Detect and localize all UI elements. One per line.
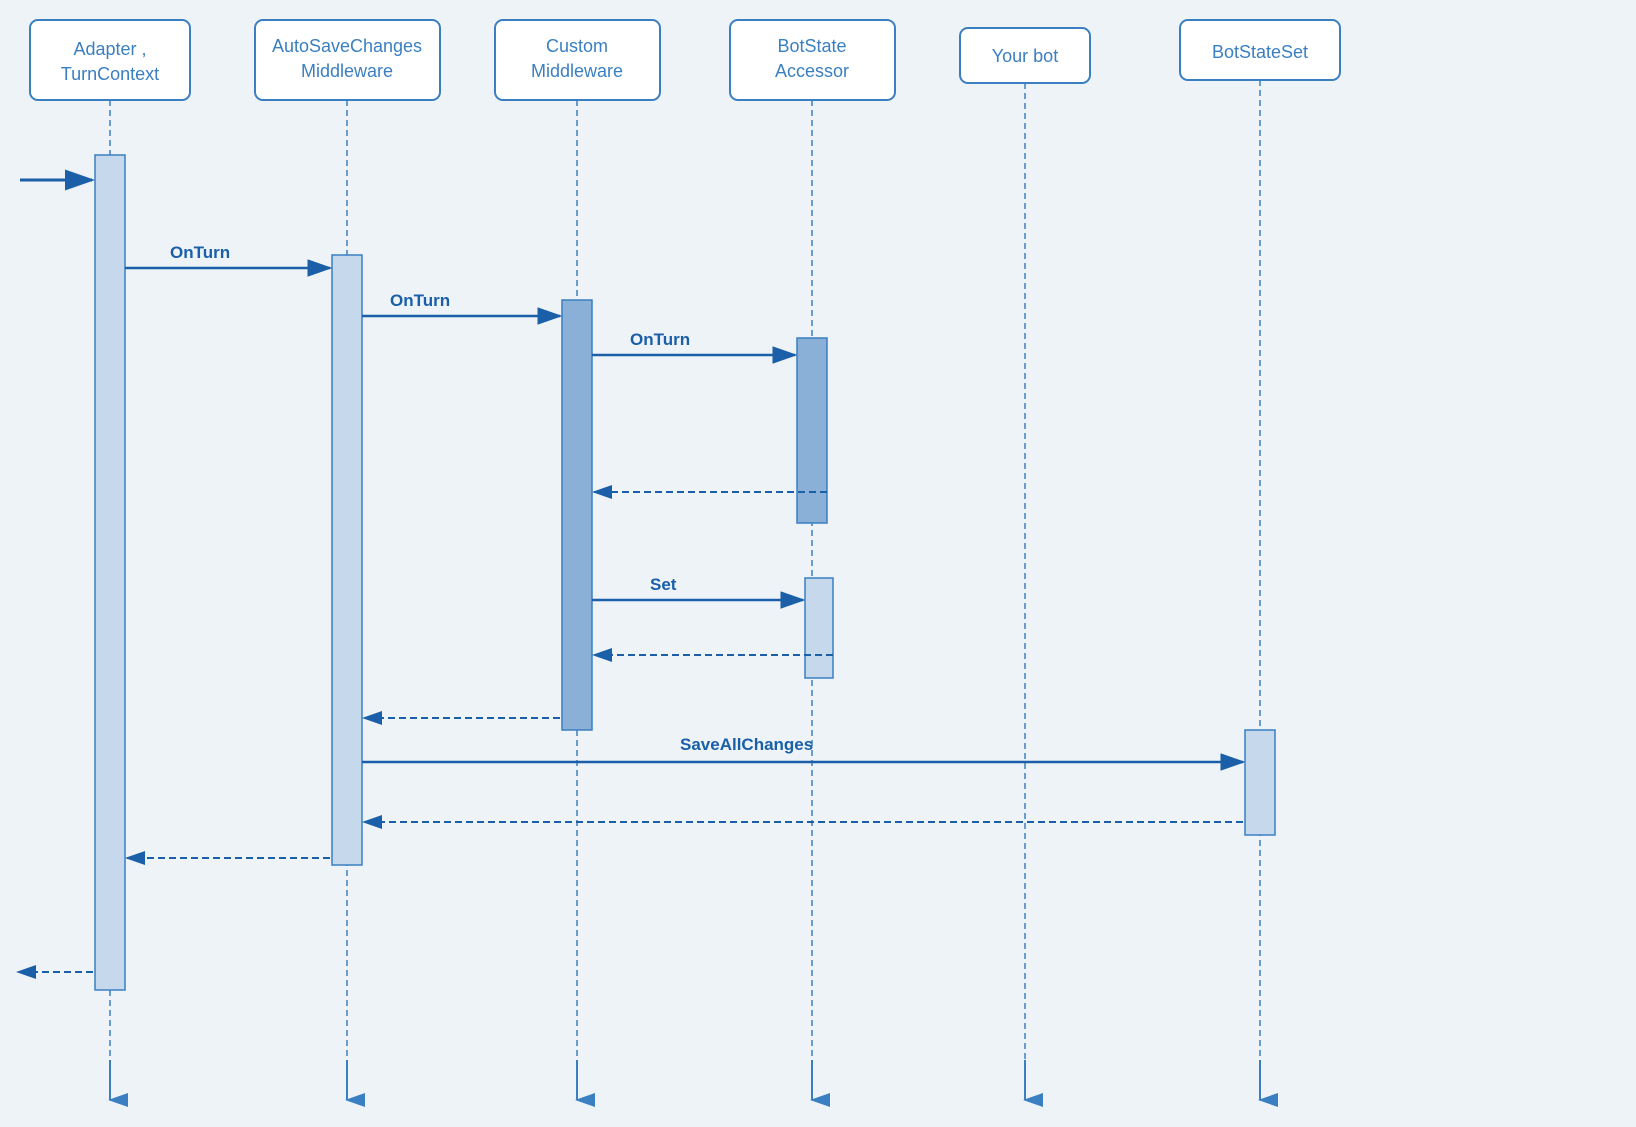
actor-autosave-label1: AutoSaveChanges [272, 36, 422, 56]
actor-custom-box [495, 20, 660, 100]
actor-autosave-label2: Middleware [301, 61, 393, 81]
actor-adapter-label2: TurnContext [61, 64, 159, 84]
activation-adapter [95, 155, 125, 990]
actor-custom-label2: Middleware [531, 61, 623, 81]
background [0, 0, 1636, 1127]
actor-adapter-label1: Adapter , [73, 39, 146, 59]
label-onturn-3: OnTurn [630, 330, 690, 349]
sequence-diagram: Adapter , TurnContext AutoSaveChanges Mi… [0, 0, 1636, 1127]
actor-custom-label1: Custom [546, 36, 608, 56]
actor-botstate-box [730, 20, 895, 100]
activation-autosave [332, 255, 362, 865]
actor-botstate-label1: BotState [777, 36, 846, 56]
activation-botstate-onturn [797, 338, 827, 523]
actor-botstate-label2: Accessor [775, 61, 849, 81]
label-onturn-2: OnTurn [390, 291, 450, 310]
label-set: Set [650, 575, 677, 594]
label-saveallchanges: SaveAllChanges [680, 735, 813, 754]
actor-adapter-box [30, 20, 190, 100]
label-onturn-1: OnTurn [170, 243, 230, 262]
actor-yourbot-label: Your bot [992, 46, 1058, 66]
activation-custom [562, 300, 592, 730]
actor-botstateset-label: BotStateSet [1212, 42, 1308, 62]
activation-botstate-set [805, 578, 833, 678]
activation-botstateset [1245, 730, 1275, 835]
actor-autosave-box [255, 20, 440, 100]
diagram-container: Adapter , TurnContext AutoSaveChanges Mi… [0, 0, 1636, 1127]
